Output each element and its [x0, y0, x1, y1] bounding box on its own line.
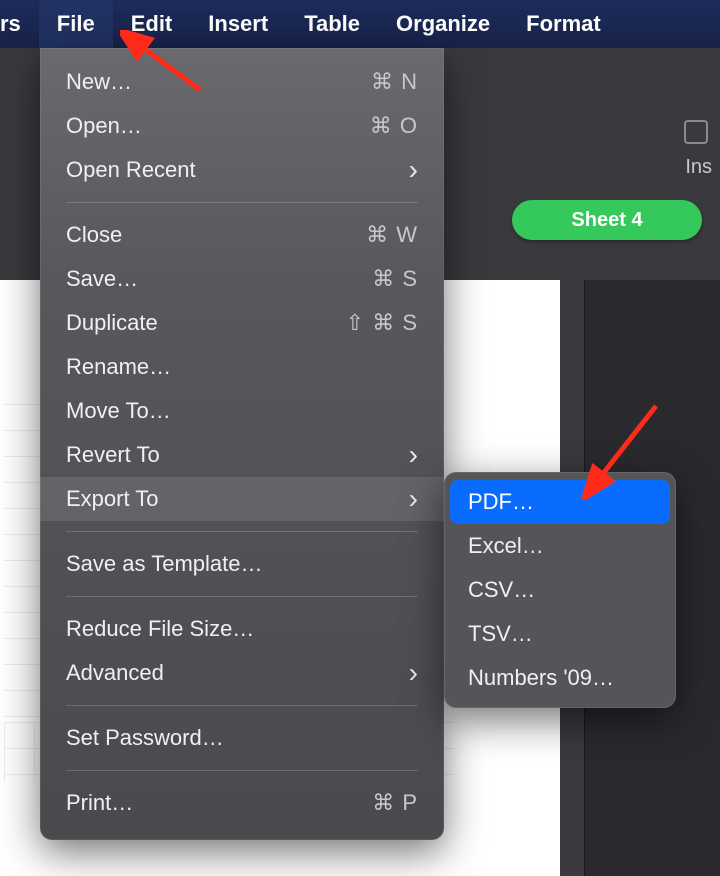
menu-item-advanced[interactable]: Advanced › [40, 651, 444, 695]
menu-item-label: Export To [66, 486, 401, 512]
toolbar-icon-placeholder [684, 120, 708, 144]
menu-item-shortcut: ⌘ W [366, 222, 418, 248]
sheet-tab-active[interactable]: Sheet 4 [512, 200, 702, 240]
menu-item-label: Close [66, 222, 366, 248]
menu-separator [66, 596, 418, 597]
menu-item-label: Duplicate [66, 310, 346, 336]
menu-item-open-recent[interactable]: Open Recent › [40, 148, 444, 192]
menu-item-label: Advanced [66, 660, 401, 686]
menu-separator [66, 531, 418, 532]
menu-item-print[interactable]: Print…⌘ P [40, 781, 444, 825]
menu-separator [66, 202, 418, 203]
menu-item-save-as-template[interactable]: Save as Template… [40, 542, 444, 586]
menubar-item-organize[interactable]: Organize [378, 0, 508, 48]
menu-item-shortcut: ⌘ O [370, 113, 418, 139]
menu-item-new[interactable]: New…⌘ N [40, 60, 444, 104]
file-menu-dropdown: New…⌘ NOpen…⌘ OOpen Recent›Close⌘ WSave…… [40, 48, 444, 840]
submenu-item-label: Numbers '09… [468, 665, 614, 691]
export-to-submenu: PDF… Excel… CSV… TSV… Numbers '09… [444, 472, 676, 708]
menubar-item-format[interactable]: Format [508, 0, 619, 48]
menu-item-shortcut: ⇧ ⌘ S [346, 310, 418, 336]
menu-item-close[interactable]: Close⌘ W [40, 213, 444, 257]
chevron-right-icon: › [409, 657, 418, 689]
menubar-app-name-partial[interactable]: rs [0, 0, 39, 48]
menu-item-label: Rename… [66, 354, 418, 380]
menu-item-shortcut: ⌘ N [371, 69, 418, 95]
menu-item-shortcut: ⌘ S [372, 266, 418, 292]
menu-item-label: Open… [66, 113, 370, 139]
menu-item-label: Open Recent [66, 157, 401, 183]
menu-item-save[interactable]: Save…⌘ S [40, 257, 444, 301]
menu-item-move-to[interactable]: Move To… [40, 389, 444, 433]
menu-item-label: Save… [66, 266, 372, 292]
menu-item-label: Print… [66, 790, 372, 816]
menubar-item-table[interactable]: Table [286, 0, 378, 48]
submenu-item-label: TSV… [468, 621, 533, 647]
submenu-item-label: Excel… [468, 533, 544, 559]
menubar: rs FileEditInsertTableOrganizeFormat [0, 0, 720, 48]
menubar-item-file[interactable]: File [39, 0, 113, 48]
menu-item-label: New… [66, 69, 371, 95]
menu-item-duplicate[interactable]: Duplicate⇧ ⌘ S [40, 301, 444, 345]
submenu-item-tsv[interactable]: TSV… [450, 612, 670, 656]
menu-item-label: Move To… [66, 398, 418, 424]
sheet-tab-label: Sheet 4 [571, 209, 642, 232]
chevron-right-icon: › [409, 439, 418, 471]
menu-item-open[interactable]: Open…⌘ O [40, 104, 444, 148]
menubar-item-insert[interactable]: Insert [190, 0, 286, 48]
submenu-item-excel[interactable]: Excel… [450, 524, 670, 568]
submenu-item-pdf[interactable]: PDF… [450, 480, 670, 524]
menu-item-export-to[interactable]: Export To › [40, 477, 444, 521]
menu-separator [66, 705, 418, 706]
submenu-item-label: PDF… [468, 489, 534, 515]
submenu-item-label: CSV… [468, 577, 535, 603]
menu-item-reduce-file-size[interactable]: Reduce File Size… [40, 607, 444, 651]
chevron-right-icon: › [409, 483, 418, 515]
submenu-item-csv[interactable]: CSV… [450, 568, 670, 612]
menu-item-rename[interactable]: Rename… [40, 345, 444, 389]
menu-item-revert-to[interactable]: Revert To › [40, 433, 444, 477]
menu-item-label: Revert To [66, 442, 401, 468]
menu-item-label: Save as Template… [66, 551, 418, 577]
menu-item-label: Set Password… [66, 725, 418, 751]
menu-item-set-password[interactable]: Set Password… [40, 716, 444, 760]
menu-separator [66, 770, 418, 771]
menu-item-label: Reduce File Size… [66, 616, 418, 642]
submenu-item-numbers-09[interactable]: Numbers '09… [450, 656, 670, 700]
menu-item-shortcut: ⌘ P [372, 790, 418, 816]
toolbar-label-partial: Ins [685, 156, 712, 179]
menubar-item-edit[interactable]: Edit [113, 0, 191, 48]
chevron-right-icon: › [409, 154, 418, 186]
